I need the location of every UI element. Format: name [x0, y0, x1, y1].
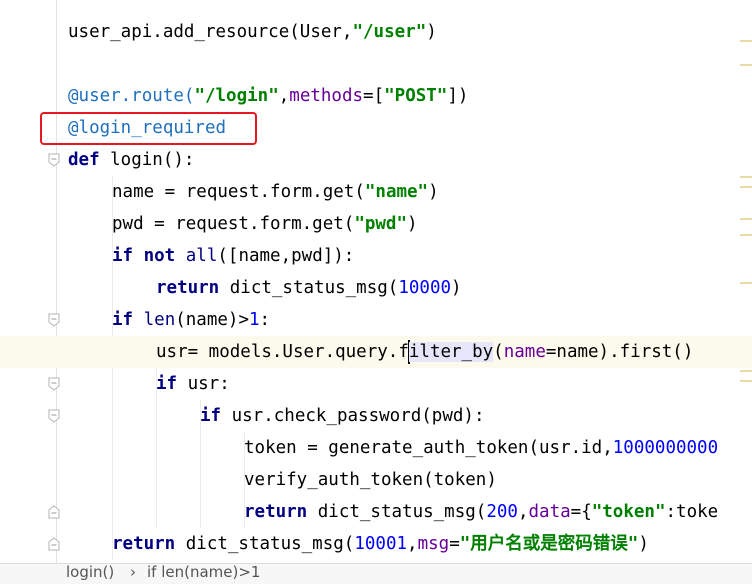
code-token: )	[451, 278, 462, 298]
code-line[interactable]: user_api.add_resource(User,"/user")	[0, 16, 752, 48]
number-literal: 1	[249, 310, 260, 330]
fold-icon[interactable]	[47, 505, 61, 519]
code-token: name = request.form.get(	[112, 182, 365, 202]
stripe-mark[interactable]	[740, 370, 752, 372]
keyword-token: if not	[112, 246, 176, 266]
code-token: )	[638, 534, 649, 554]
identifier-highlight: ilter_by	[408, 342, 494, 362]
code-token: ,	[278, 86, 290, 106]
decorator-token: @user.route(	[68, 86, 195, 106]
param-token: name	[503, 342, 546, 362]
fold-icon[interactable]	[47, 409, 61, 423]
fold-icon[interactable]	[47, 153, 61, 167]
code-token: =name).first()	[545, 342, 694, 362]
string-literal: "POST"	[384, 86, 448, 106]
param-token: data	[528, 502, 571, 522]
code-token: login():	[99, 150, 195, 170]
code-token: (	[493, 342, 504, 362]
code-line[interactable]: @user.route("/login",methods=["POST"])	[0, 80, 752, 112]
code-token: )	[407, 214, 418, 234]
code-token: (name)>	[175, 310, 249, 330]
code-line[interactable]: if len(name)>1:	[0, 304, 752, 336]
number-literal: 1000000000	[612, 438, 719, 458]
param-token: msg	[417, 534, 450, 554]
code-token: =	[449, 534, 460, 554]
code-token: ,	[407, 534, 418, 554]
code-token: usr:	[177, 374, 230, 394]
breadcrumb-item-if[interactable]: if len(name)>1	[147, 563, 260, 581]
fold-icon[interactable]	[47, 377, 61, 391]
string-literal: "/user"	[352, 22, 427, 42]
code-line[interactable]: pwd = request.form.get("pwd")	[0, 208, 752, 240]
number-literal: 200	[486, 502, 518, 522]
stripe-mark[interactable]	[740, 282, 752, 284]
stripe-mark[interactable]	[740, 64, 752, 66]
code-line[interactable]: return dict_status_msg(10000)	[0, 272, 752, 304]
code-token: ])	[447, 86, 469, 106]
code-token: user_api.add_resource(User,	[68, 22, 353, 42]
fold-icon[interactable]	[47, 537, 61, 551]
current-code-line[interactable]: usr= models.User.query.filter_by(name=na…	[0, 336, 752, 368]
code-token: dict_status_msg(	[175, 534, 355, 554]
code-token: ={	[570, 502, 592, 522]
code-token: )	[428, 182, 439, 202]
code-token: )	[426, 22, 437, 42]
stripe-mark[interactable]	[740, 40, 752, 42]
builtin-token: all	[185, 246, 218, 266]
string-literal: "/login"	[194, 86, 279, 106]
code-token: dict_status_msg(	[219, 278, 399, 298]
string-literal: "用户名或是密码错误"	[459, 534, 639, 554]
code-line[interactable]: if not all([name,pwd]):	[0, 240, 752, 272]
keyword-token: if	[156, 374, 178, 394]
code-token: =[	[363, 86, 385, 106]
code-line[interactable]: def login():	[0, 144, 752, 176]
string-literal: "token"	[591, 502, 666, 522]
stripe-mark[interactable]	[740, 380, 752, 382]
string-literal: "pwd"	[354, 214, 408, 234]
param-token: methods	[289, 86, 364, 106]
code-token: ,	[517, 502, 529, 522]
error-stripe[interactable]	[738, 0, 752, 576]
code-token: pwd = request.form.get(	[112, 214, 355, 234]
breadcrumb: login() › if len(name)>1	[0, 563, 752, 584]
code-line[interactable]: name = request.form.get("name")	[0, 176, 752, 208]
fold-icon[interactable]	[47, 313, 61, 327]
stripe-mark[interactable]	[740, 234, 752, 236]
code-token: :toke	[665, 502, 719, 522]
number-literal: 10000	[398, 278, 452, 298]
keyword-token: if	[200, 406, 222, 426]
keyword-token: return	[156, 278, 220, 298]
code-line[interactable]: if usr.check_password(pwd):	[0, 400, 752, 432]
code-line[interactable]: return dict_status_msg(10001,msg="用户名或是密…	[0, 528, 752, 560]
keyword-token: if	[112, 310, 134, 330]
code-line[interactable]: verify_auth_token(token)	[0, 464, 752, 496]
code-token: dict_status_msg(	[307, 502, 487, 522]
number-literal: 10001	[354, 534, 408, 554]
breadcrumb-separator: ›	[130, 563, 136, 581]
stripe-mark[interactable]	[740, 218, 752, 220]
code-line[interactable]: if usr:	[0, 368, 752, 400]
breadcrumb-item-login[interactable]: login()	[66, 563, 114, 581]
stripe-mark[interactable]	[740, 186, 752, 188]
builtin-token: len	[143, 310, 176, 330]
keyword-token: return	[112, 534, 176, 554]
keyword-token: return	[244, 502, 308, 522]
code-token: token = generate_auth_token(usr.id,	[244, 438, 613, 458]
code-token: verify_auth_token(token)	[244, 470, 497, 490]
stripe-mark[interactable]	[740, 176, 752, 178]
annotation-highlight-box	[40, 112, 257, 145]
code-token: usr.check_password(pwd):	[221, 406, 485, 426]
code-token: ([name,pwd]):	[217, 246, 355, 266]
string-literal: "name"	[364, 182, 429, 202]
code-token: :	[259, 310, 271, 330]
code-line[interactable]: return dict_status_msg(200,data={"token"…	[0, 496, 752, 528]
keyword-token: def	[68, 150, 100, 170]
code-line[interactable]: token = generate_auth_token(usr.id,10000…	[0, 432, 752, 464]
code-token: usr= models.User.query.f	[156, 342, 409, 362]
